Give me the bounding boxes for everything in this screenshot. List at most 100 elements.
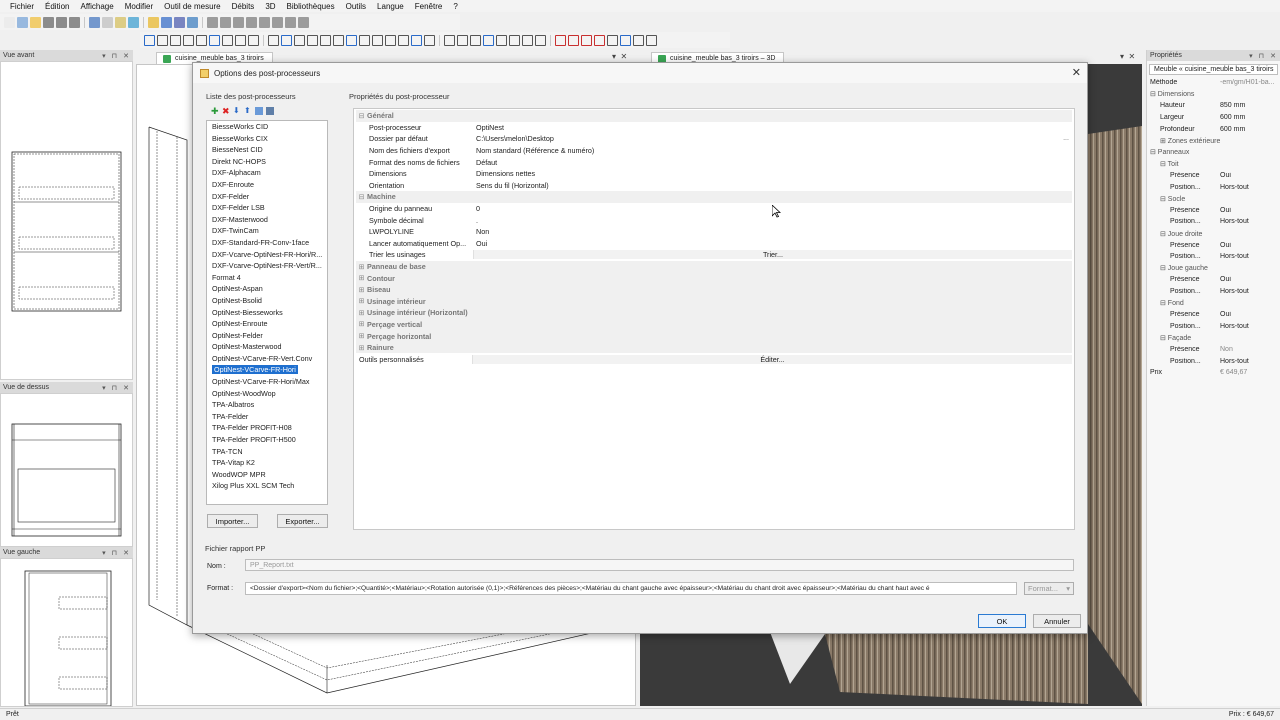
pp-list-item[interactable]: DXF-TwinCam [207, 225, 327, 237]
toolbar-tool-icon[interactable] [174, 16, 185, 28]
pp-list-item[interactable]: OptiNest-VCarve-FR-Vert.Conv [207, 353, 327, 365]
property-row[interactable]: Dimensions Dimensions nettes [356, 168, 1072, 180]
drawing-tool-icon[interactable] [170, 34, 181, 46]
drawing-tool-icon[interactable] [496, 34, 507, 46]
drawing-tool-icon[interactable] [196, 34, 207, 46]
property-row[interactable]: Profondeur 600 mm [1150, 123, 1280, 135]
toolbar-tool-icon[interactable] [298, 16, 309, 28]
pp-properties-grid[interactable]: ⊟ Général Post-processeur OptiNest Dossier p… [353, 108, 1075, 530]
pp-list-item[interactable]: OptiNest-Masterwood [207, 341, 327, 353]
pp-list-item[interactable]: DXF-Alphacam [207, 167, 327, 179]
property-row[interactable]: Trier les usinages Trier... [356, 249, 1072, 261]
menu-item-10[interactable]: Fenêtre [409, 2, 448, 11]
property-category[interactable]: ⊞ Panneau de base [356, 260, 1072, 273]
property-row[interactable]: Position... Hors-tout [1150, 286, 1280, 298]
property-row[interactable]: LWPOLYLINE Non [356, 226, 1072, 238]
drawing-tool-icon[interactable] [509, 34, 520, 46]
drawing-tool-icon[interactable] [568, 34, 579, 46]
property-row[interactable]: ⊟ Fond [1150, 297, 1280, 309]
report-name-field[interactable]: PP_Report.txt [245, 559, 1074, 571]
settings-icon[interactable] [266, 107, 274, 115]
drawing-tool-icon[interactable] [222, 34, 233, 46]
pp-list-item[interactable]: OptiNest-Enroute [207, 318, 327, 330]
drawing-tool-icon[interactable] [346, 34, 357, 46]
toolbar-tool-icon[interactable] [128, 16, 139, 28]
pp-list-item[interactable]: DXF-Vcarve-OptiNest-FR-Vert/R... [207, 260, 327, 272]
property-row[interactable]: ⊟ Socle [1150, 193, 1280, 205]
menu-item-4[interactable]: Outil de mesure [158, 2, 225, 11]
property-row[interactable]: ⊟ Façade [1150, 332, 1280, 344]
drawing-tool-icon[interactable] [157, 34, 168, 46]
expand-icon[interactable]: ⊞ [356, 274, 367, 282]
dock-icon[interactable]: ⊓ [112, 52, 117, 60]
property-row[interactable]: Présence Oui [1150, 239, 1280, 251]
toolbar-tool-icon[interactable] [89, 16, 100, 28]
pp-list-item[interactable]: DXF-Felder [207, 191, 327, 203]
drawing-tool-icon[interactable] [294, 34, 305, 46]
toolbar-tool-icon[interactable] [233, 16, 244, 28]
drawing-tool-icon[interactable] [535, 34, 546, 46]
pin-icon[interactable]: ▾ [102, 549, 106, 557]
property-row[interactable]: Position... Hors-tout [1150, 320, 1280, 332]
toolbar-tool-icon[interactable] [4, 16, 15, 28]
close-icon[interactable]: ✕ [123, 384, 129, 392]
property-row[interactable]: Dossier par défaut C:\Users\melon\Desktop… [356, 133, 1072, 145]
property-row[interactable]: Symbole décimal. [356, 214, 1072, 226]
expand-icon[interactable]: ⊞ [356, 297, 367, 305]
drawing-tool-icon[interactable] [307, 34, 318, 46]
property-category[interactable]: ⊞ Rainure [356, 341, 1072, 354]
property-row[interactable]: Méthode -em/gm/H01-ba... [1150, 77, 1280, 89]
property-row[interactable]: ⊟ Panneaux [1150, 147, 1280, 159]
drawing-tool-icon[interactable] [620, 34, 631, 46]
property-action-button[interactable]: Éditer... [472, 354, 1072, 364]
property-row[interactable]: Position... Hors-tout [1150, 181, 1280, 193]
dock-icon[interactable]: ⊓ [1259, 52, 1264, 60]
menu-item-0[interactable]: Fichier [0, 2, 39, 11]
drawing-tool-icon[interactable] [385, 34, 396, 46]
pp-list-item[interactable]: OptiNest-Aspan [207, 283, 327, 295]
drawing-tool-icon[interactable] [457, 34, 468, 46]
tab-3d-controls[interactable]: ▾ ✕ [1120, 52, 1135, 61]
drawing-tool-icon[interactable] [444, 34, 455, 46]
pp-list-item[interactable]: OptiNest-Biesseworks [207, 307, 327, 319]
expand-icon[interactable]: ⊞ [356, 309, 367, 317]
pp-list-item[interactable]: TPA-Albatros [207, 399, 327, 411]
property-row[interactable]: ⊟ Joue droite [1150, 228, 1280, 240]
menu-item-9[interactable]: Langue [371, 2, 409, 11]
property-category[interactable]: ⊟ Général [356, 110, 1072, 122]
dock-icon[interactable]: ⊓ [112, 549, 117, 557]
collapse-icon[interactable]: ⊟ [356, 193, 367, 201]
toolbar-tool-icon[interactable] [17, 16, 28, 28]
property-row[interactable]: ⊟ Dimensions [1150, 89, 1280, 101]
menu-item-8[interactable]: Outils [340, 2, 371, 11]
pp-list-item[interactable]: OptiNest-Bsolid [207, 295, 327, 307]
expand-icon[interactable]: ⊞ [356, 263, 367, 271]
menu-item-7[interactable]: Bibliothèques [281, 2, 340, 11]
pp-list-item[interactable]: BiesseWorks CID [207, 121, 327, 133]
report-format-field[interactable]: <Dossier d'export><Nom du fichier>;<Quan… [245, 582, 1017, 595]
move-up-icon[interactable]: ⬆ [244, 107, 252, 115]
toolbar-tool-icon[interactable] [56, 16, 67, 28]
cancel-button[interactable]: Annuler [1033, 614, 1081, 628]
drawing-tool-icon[interactable] [633, 34, 644, 46]
pp-list[interactable]: BiesseWorks CID BiesseWorks CIX BiesseNest… [206, 120, 328, 505]
toolbar-tool-icon[interactable] [30, 16, 41, 28]
menu-item-2[interactable]: Affichage [74, 2, 118, 11]
pp-list-item[interactable]: BiesseNest CID [207, 144, 327, 156]
toolbar-tool-icon[interactable] [148, 16, 159, 28]
pin-icon[interactable]: ▾ [102, 52, 106, 60]
property-category[interactable]: ⊞ Perçage horizontal [356, 330, 1072, 342]
pp-list-item[interactable]: OptiNest-WoodWop [207, 388, 327, 400]
drawing-tool-icon[interactable] [483, 34, 494, 46]
property-row[interactable]: Position... Hors-tout [1150, 216, 1280, 228]
menu-item-5[interactable]: Débits [226, 2, 260, 11]
property-row[interactable]: Prix € 649,67 [1150, 367, 1280, 379]
close-icon[interactable]: ✕ [1270, 52, 1276, 60]
pp-list-item[interactable]: OptiNest-Felder [207, 330, 327, 342]
toolbar-tool-icon[interactable] [220, 16, 231, 28]
pp-list-item[interactable]: DXF-Standard-FR-Conv-1face [207, 237, 327, 249]
properties-object-select[interactable]: Meuble « cuisine_meuble bas_3 tiroirs [1149, 64, 1278, 75]
drawing-tool-icon[interactable] [522, 34, 533, 46]
drawing-tool-icon[interactable] [209, 34, 220, 46]
pp-list-item[interactable]: Xilog Plus XXL SCM Tech [207, 480, 327, 492]
